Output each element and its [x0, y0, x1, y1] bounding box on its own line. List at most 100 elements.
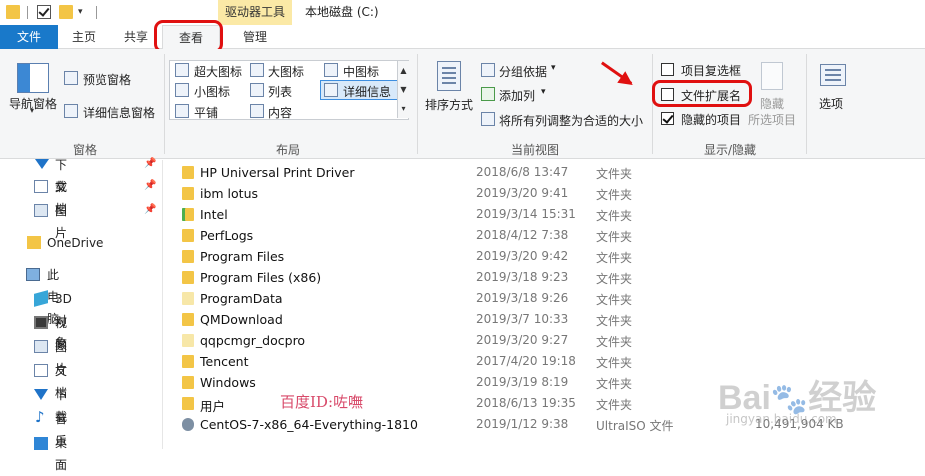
file-row[interactable]: qqpcmgr_docpro 2019/3/20 9:27 文件夹 [163, 330, 925, 351]
tab-home[interactable]: 主页 [58, 25, 110, 49]
layout-tiles[interactable]: 平铺 [194, 104, 218, 121]
file-row[interactable]: HP Universal Print Driver 2018/6/8 13:47… [163, 162, 925, 183]
file-row[interactable]: Tencent 2017/4/20 19:18 文件夹 [163, 351, 925, 372]
file-type: 文件夹 [596, 335, 633, 349]
file-type: 文件夹 [596, 209, 633, 223]
navigation-pane: 下载 📌 文档 📌 图片 📌 OneDrive 此电脑 3D 对象 视频 图片 … [0, 158, 163, 472]
folder-icon [182, 166, 194, 179]
item-check-boxes-label: 项目复选框 [681, 64, 742, 78]
pin-icon[interactable]: 📌 [144, 180, 156, 191]
options-button[interactable]: 选项 [819, 95, 843, 112]
file-row[interactable]: ProgramData 2019/3/18 9:26 文件夹 [163, 288, 925, 309]
file-name: Program Files (x86) [200, 270, 322, 285]
document-icon [34, 364, 48, 377]
file-date: 2019/3/7 10:33 [476, 312, 569, 326]
chevron-down-icon[interactable]: ▾ [78, 8, 87, 17]
group-by-icon [481, 63, 495, 77]
file-type: 文件夹 [596, 398, 633, 412]
options-icon[interactable] [820, 64, 846, 86]
chevron-down-icon[interactable]: ▾ [551, 63, 556, 73]
file-name: ibm lotus [200, 186, 259, 201]
file-row[interactable]: QMDownload 2019/3/7 10:33 文件夹 [163, 309, 925, 330]
layout-scroll-up-icon[interactable]: ▲ [397, 61, 409, 80]
size-all-columns-button[interactable]: 将所有列调整为合适的大小 [499, 112, 643, 129]
file-row[interactable]: PerfLogs 2018/4/12 7:38 文件夹 [163, 225, 925, 246]
layout-list[interactable]: 列表 [268, 83, 292, 100]
group-label-show-hide: 显示/隐藏 [703, 143, 757, 157]
file-date: 2018/6/8 13:47 [476, 165, 569, 179]
small-icons-icon [175, 83, 189, 97]
watermark-url: jingyan.baidu.com [726, 412, 837, 426]
medium-icons-icon [324, 63, 338, 77]
add-columns-button[interactable]: 添加列 [499, 87, 535, 104]
chevron-down-icon[interactable]: ▾ [30, 107, 38, 115]
layout-content[interactable]: 内容 [268, 104, 292, 121]
file-name: PerfLogs [200, 228, 254, 243]
file-row[interactable]: Intel 2019/3/14 15:31 文件夹 [163, 204, 925, 225]
pin-icon[interactable]: 📌 [144, 204, 156, 215]
file-name: qqpcmgr_docpro [200, 333, 306, 348]
file-row[interactable]: ibm lotus 2019/3/20 9:41 文件夹 [163, 183, 925, 204]
preview-pane-button[interactable]: 预览窗格 [83, 71, 131, 88]
layout-details[interactable]: 详细信息 [343, 83, 391, 100]
cube-3d-icon [34, 290, 48, 307]
file-name: Intel [200, 207, 228, 222]
download-arrow-icon [35, 159, 49, 169]
tab-manage[interactable]: 管理 [225, 25, 285, 49]
tab-file[interactable]: 文件 [0, 25, 58, 49]
file-name: Program Files [200, 249, 285, 264]
file-row[interactable]: Program Files 2019/3/20 9:42 文件夹 [163, 246, 925, 267]
group-by-button[interactable]: 分组依据 [499, 63, 547, 80]
file-date: 2019/1/12 9:38 [476, 417, 569, 431]
window-title: 本地磁盘 (C:) [305, 5, 379, 19]
size-columns-icon [481, 112, 495, 126]
sort-by-icon[interactable] [437, 61, 461, 91]
hidden-items-label: 隐藏的项目 [681, 113, 742, 127]
file-date: 2018/4/12 7:38 [476, 228, 569, 242]
file-type: 文件夹 [596, 272, 633, 286]
folder-icon [182, 271, 194, 284]
item-check-boxes-checkbox[interactable] [661, 63, 674, 76]
layout-extra-large-icons[interactable]: 超大图标 [194, 63, 242, 80]
this-pc-icon [26, 268, 40, 281]
group-separator [417, 54, 418, 154]
quick-access-separator [27, 6, 28, 19]
file-type: 文件夹 [596, 377, 633, 391]
properties-check-icon[interactable] [37, 5, 51, 19]
folder-icon [182, 187, 194, 200]
disc-image-icon [182, 418, 194, 431]
file-date: 2017/4/20 19:18 [476, 354, 576, 368]
group-label-current-view: 当前视图 [510, 143, 559, 157]
file-date: 2019/3/20 9:41 [476, 186, 569, 200]
new-folder-icon[interactable] [59, 5, 73, 19]
document-icon [34, 180, 48, 193]
file-type: 文件夹 [596, 314, 633, 328]
onedrive-folder-icon [27, 236, 41, 249]
details-pane-button[interactable]: 详细信息窗格 [83, 104, 155, 121]
hidden-items-checkbox[interactable] [661, 112, 674, 125]
file-extension-highlight [652, 80, 752, 107]
pictures-icon [34, 204, 48, 217]
file-row[interactable]: Program Files (x86) 2019/3/18 9:23 文件夹 [163, 267, 925, 288]
hide-selected-items-button[interactable]: 隐藏 [760, 95, 784, 112]
folder-icon [6, 5, 20, 19]
file-date: 2018/6/13 19:35 [476, 396, 576, 410]
pictures-icon [34, 340, 48, 353]
folder-icon [182, 313, 194, 326]
layout-large-icons[interactable]: 大图标 [268, 63, 304, 80]
chevron-down-icon[interactable]: ▾ [541, 87, 546, 97]
hidden-folder-icon [182, 292, 194, 305]
sort-by-button[interactable]: 排序方式 [425, 96, 473, 113]
ribbon-tab-row: 文件 主页 共享 查看 管理 [0, 25, 925, 50]
layout-medium-icons[interactable]: 中图标 [343, 63, 379, 80]
folder-icon [182, 355, 194, 368]
pin-icon[interactable]: 📌 [144, 158, 156, 169]
file-type: UltraISO 文件 [596, 419, 674, 433]
music-note-icon: ♪ [35, 408, 45, 426]
layout-scroll-down-icon[interactable]: ▼ [397, 80, 409, 99]
file-type: 文件夹 [596, 356, 633, 370]
navigation-pane-icon[interactable] [17, 63, 49, 93]
file-type: 文件夹 [596, 167, 633, 181]
layout-expand-icon[interactable]: ▾ [397, 99, 409, 118]
layout-small-icons[interactable]: 小图标 [194, 83, 230, 100]
